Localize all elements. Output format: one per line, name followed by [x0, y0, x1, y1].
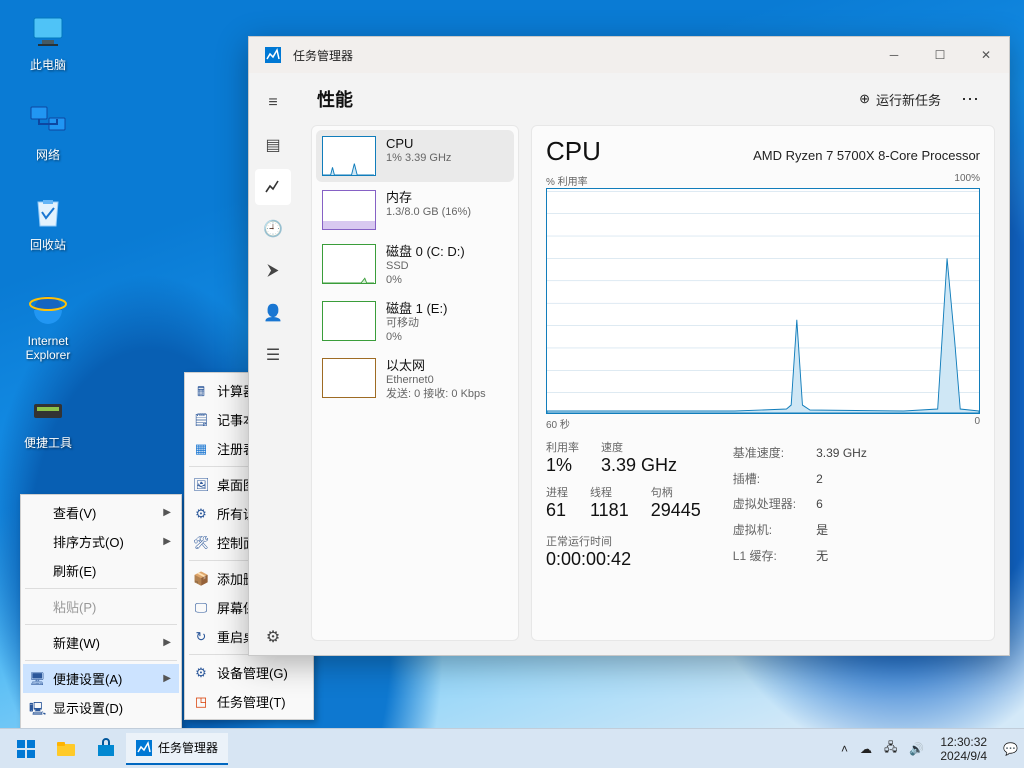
desktop[interactable]: 此电脑 网络 回收站 InternetExplorer 便捷工具 查看(V)▶ … [0, 0, 1024, 768]
menu-display-settings[interactable]: 🖳显示设置(D) [23, 693, 179, 722]
programs-icon: 📦 [193, 571, 209, 587]
restart-icon: ↻ [193, 629, 209, 645]
processes-value: 61 [546, 500, 568, 521]
perf-item-cpu[interactable]: CPU1% 3.39 GHz [316, 130, 514, 182]
nav-users[interactable]: 👤 [255, 295, 291, 331]
handles-value: 29445 [651, 500, 701, 521]
label: 便捷工具 [24, 436, 72, 450]
taskman-icon [136, 740, 152, 756]
network-icon [28, 102, 68, 142]
nav-processes[interactable]: ▤ [255, 127, 291, 163]
chevron-right-icon: ▶ [163, 673, 171, 684]
menu-view[interactable]: 查看(V)▶ [23, 498, 179, 527]
cpu-thumb [322, 136, 376, 176]
perf-list: CPU1% 3.39 GHz 内存1.3/8.0 GB (16%) 磁盘 0 (… [311, 125, 519, 641]
taskman-icon: ◳ [193, 694, 209, 710]
start-button[interactable] [6, 729, 46, 768]
tools-icon [28, 390, 68, 430]
disk0-thumb [322, 244, 376, 284]
submenu-task-manager[interactable]: ◳任务管理(T) [187, 687, 311, 716]
section-title: 性能 [317, 86, 353, 112]
cpu-properties: 基准速度:3.39 GHz 插槽:2 虚拟处理器:6 虚拟机:是 L1 缓存:无 [731, 439, 869, 570]
desktop-icon-ie[interactable]: InternetExplorer [12, 290, 84, 362]
perf-detail: CPUAMD Ryzen 7 5700X 8-Core Processor % … [531, 125, 995, 641]
menu-paste: 粘贴(P) [23, 592, 179, 621]
nav-details[interactable]: ☰ [255, 337, 291, 373]
gear-icon: ⚙ [193, 665, 209, 681]
nav-rail: ≡ ▤ 🕘 ⮞ 👤 ☰ ⚙ [249, 73, 297, 655]
tray-onedrive-icon[interactable]: ☁ [860, 742, 872, 756]
desktop-icon-this-pc[interactable]: 此电脑 [12, 12, 84, 73]
threads-value: 1181 [590, 500, 629, 521]
tray-notification-icon[interactable]: 💬 [1003, 742, 1018, 756]
label-l1: Internet [28, 334, 69, 348]
chevron-right-icon: ▶ [163, 637, 171, 648]
label: 网络 [36, 148, 60, 162]
monitor-icon: 🖥 [29, 671, 45, 687]
plus-icon: ⊕ [859, 91, 870, 107]
chevron-right-icon: ▶ [163, 536, 171, 547]
more-button[interactable]: ⋯ [951, 83, 989, 116]
desktop-icons-icon: 🖼 [193, 477, 209, 493]
perf-item-memory[interactable]: 内存1.3/8.0 GB (16%) [316, 184, 514, 236]
close-button[interactable]: ✕ [963, 37, 1009, 73]
menu-sort[interactable]: 排序方式(O)▶ [23, 527, 179, 556]
eth-thumb [322, 358, 376, 398]
submenu-device-manager[interactable]: ⚙设备管理(G) [187, 658, 311, 687]
control-panel-icon: 🛠 [193, 535, 209, 551]
nav-menu-button[interactable]: ≡ [255, 85, 291, 121]
label: 回收站 [30, 238, 66, 252]
bin-icon [28, 192, 68, 232]
uptime-value: 0:00:00:42 [546, 549, 701, 570]
calc-icon: 🖩 [193, 383, 209, 399]
pc-icon [28, 12, 68, 52]
registry-icon: ▦ [193, 441, 209, 457]
taskbar-explorer[interactable] [46, 729, 86, 768]
menu-new[interactable]: 新建(W)▶ [23, 628, 179, 657]
menu-quick-settings[interactable]: 🖥便捷设置(A)▶ [23, 664, 179, 693]
maximize-button[interactable]: ☐ [917, 37, 963, 73]
desktop-icon-tools[interactable]: 便捷工具 [12, 390, 84, 451]
perf-item-ethernet[interactable]: 以太网Ethernet0发送: 0 接收: 0 Kbps [316, 352, 514, 407]
notepad-icon: 🗒 [193, 412, 209, 428]
cpu-model: AMD Ryzen 7 5700X 8-Core Processor [753, 148, 980, 163]
chevron-right-icon: ▶ [163, 507, 171, 518]
minimize-button[interactable]: ─ [871, 37, 917, 73]
taskbar[interactable]: 任务管理器 ˄ ☁ 🖧 🔊 12:30:32 2024/9/4 💬 [0, 728, 1024, 768]
label-l2: Explorer [26, 348, 71, 362]
nav-settings[interactable]: ⚙ [255, 619, 291, 655]
clock[interactable]: 12:30:32 2024/9/4 [940, 735, 987, 763]
mem-thumb [322, 190, 376, 230]
app-icon [259, 41, 287, 69]
tray-chevron-icon[interactable]: ˄ [841, 742, 848, 756]
speed-value: 3.39 GHz [601, 455, 677, 476]
cpu-chart[interactable] [546, 188, 980, 414]
disk1-thumb [322, 301, 376, 341]
ie-icon [28, 290, 68, 330]
desktop-context-menu: 查看(V)▶ 排序方式(O)▶ 刷新(E) 粘贴(P) 新建(W)▶ 🖥便捷设置… [20, 494, 182, 755]
titlebar[interactable]: 任务管理器 ─ ☐ ✕ [249, 37, 1009, 73]
desktop-icon-network[interactable]: 网络 [12, 102, 84, 163]
menu-refresh[interactable]: 刷新(E) [23, 556, 179, 585]
taskbar-app-taskmanager[interactable]: 任务管理器 [126, 733, 228, 765]
window-title: 任务管理器 [293, 47, 353, 64]
new-task-button[interactable]: ⊕运行新任务 [849, 84, 951, 115]
perf-item-disk1[interactable]: 磁盘 1 (E:)可移动0% [316, 295, 514, 350]
nav-startup[interactable]: ⮞ [255, 253, 291, 289]
label: 此电脑 [30, 58, 66, 72]
perf-item-disk0[interactable]: 磁盘 0 (C: D:)SSD0% [316, 238, 514, 293]
taskbar-store[interactable] [86, 729, 126, 768]
nav-performance[interactable] [255, 169, 291, 205]
task-manager-window: 任务管理器 ─ ☐ ✕ ≡ ▤ 🕘 ⮞ 👤 ☰ ⚙ 性能 [248, 36, 1010, 656]
nav-history[interactable]: 🕘 [255, 211, 291, 247]
desktop-icon-recycle-bin[interactable]: 回收站 [12, 192, 84, 253]
tray-network-icon[interactable]: 🖧 [884, 738, 897, 759]
detail-title: CPU [546, 136, 601, 167]
utilization-value: 1% [546, 455, 579, 476]
settings-icon: ⚙ [193, 506, 209, 522]
screensaver-icon: 🖵 [193, 600, 209, 616]
tray-volume-icon[interactable]: 🔊 [909, 742, 924, 756]
display-icon: 🖳 [29, 700, 45, 716]
